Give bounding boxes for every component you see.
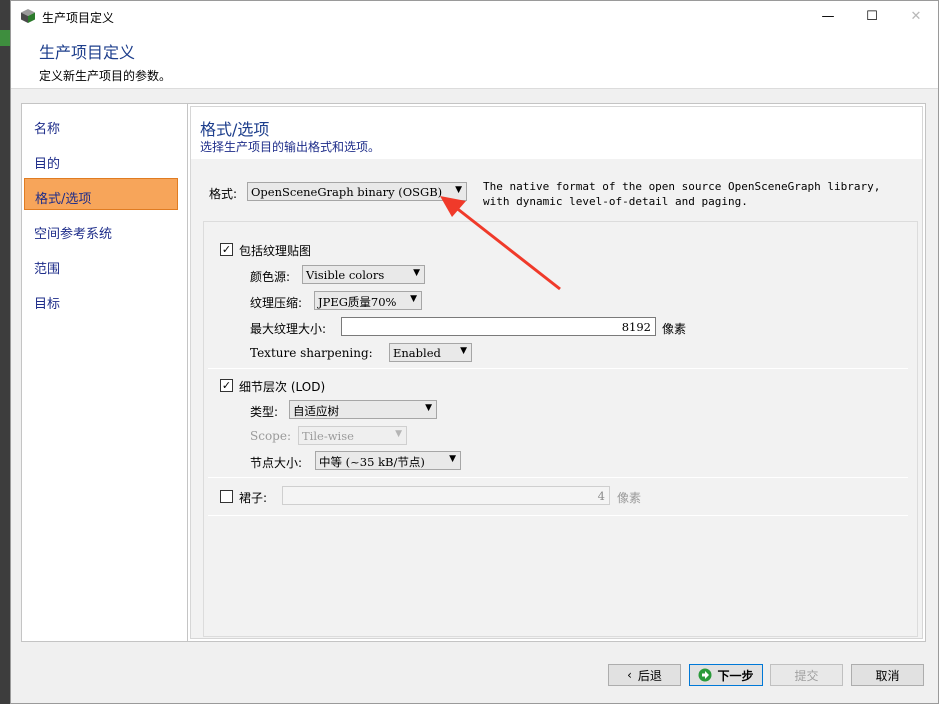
chevron-down-icon: ▼	[425, 403, 432, 413]
minimize-button[interactable]: —	[806, 1, 850, 31]
next-button-label: 下一步	[717, 668, 754, 683]
texture-checkbox-label: 包括纹理贴图	[239, 244, 312, 258]
lod-type-label: 类型:	[250, 405, 279, 419]
nav-item-purpose[interactable]: 目的	[24, 144, 178, 176]
window-title: 生产项目定义	[42, 11, 115, 25]
back-button-label: 后退	[637, 668, 662, 683]
format-options-page: 格式/选项 选择生产项目的输出格式和选项。 格式: OpenSceneGraph…	[190, 106, 923, 639]
dialog-window: 生产项目定义 — ☐ ✕ 生产项目定义 定义新生产项目的参数。 名称 目的 格式…	[10, 0, 939, 704]
wizard-subtitle: 定义新生产项目的参数。	[39, 69, 172, 83]
chevron-down-icon: ▼	[449, 454, 456, 464]
wizard-header: 生产项目定义 定义新生产项目的参数。	[11, 31, 938, 89]
skirt-input[interactable]: 4	[282, 486, 610, 505]
texture-sharpening-value: Enabled	[393, 346, 441, 360]
format-label: 格式:	[209, 187, 238, 201]
title-bar: 生产项目定义 — ☐ ✕	[11, 1, 938, 31]
close-button[interactable]: ✕	[894, 1, 938, 31]
lod-checkbox[interactable]: ✓	[220, 379, 233, 392]
content-panel: 格式/选项 选择生产项目的输出格式和选项。 格式: OpenSceneGraph…	[187, 103, 926, 642]
texture-compression-value: JPEG质量70%	[318, 295, 397, 309]
checkmark-icon: ✓	[221, 379, 232, 392]
skirt-checkbox[interactable]	[220, 490, 233, 503]
section-subtitle: 选择生产项目的输出格式和选项。	[200, 140, 381, 154]
background-window-fragment	[0, 30, 10, 46]
chevron-left-icon: ‹	[627, 668, 632, 682]
chevron-down-icon: ▼	[460, 346, 467, 356]
back-button[interactable]: ‹ 后退	[608, 664, 681, 686]
divider	[208, 515, 908, 516]
next-button[interactable]: 下一步	[689, 664, 763, 686]
max-texture-size-label: 最大纹理大小:	[250, 322, 327, 336]
max-texture-size-input[interactable]: 8192	[341, 317, 656, 336]
wizard-nav-panel: 名称 目的 格式/选项 空间参考系统 范围 目标	[21, 103, 191, 642]
texture-checkbox[interactable]: ✓	[220, 243, 233, 256]
lod-checkbox-label: 细节层次 (LOD)	[239, 380, 326, 394]
arrow-right-circle-icon	[698, 668, 712, 682]
skirt-checkbox-label: 裙子:	[239, 491, 268, 505]
nav-item-target[interactable]: 目标	[24, 284, 178, 316]
skirt-unit: 像素	[617, 491, 642, 505]
lod-type-select[interactable]: 自适应树 ▼	[289, 400, 437, 419]
checkmark-icon: ✓	[221, 243, 232, 256]
nav-item-name[interactable]: 名称	[24, 109, 178, 141]
chevron-down-icon: ▼	[413, 268, 420, 278]
nav-item-format-options[interactable]: 格式/选项	[24, 178, 178, 210]
color-source-label: 颜色源:	[250, 270, 291, 284]
scope-value: Tile-wise	[302, 429, 354, 443]
submit-button[interactable]: 提交	[770, 664, 843, 686]
texture-sharpening-select[interactable]: Enabled ▼	[389, 343, 472, 362]
color-source-value: Visible colors	[306, 268, 385, 282]
section-header: 格式/选项 选择生产项目的输出格式和选项。	[191, 107, 922, 159]
format-select-value: OpenSceneGraph binary (OSGB)	[251, 185, 443, 199]
chevron-down-icon: ▼	[395, 429, 402, 439]
lod-type-value: 自适应树	[293, 404, 339, 418]
format-description-line1: The native format of the open source Ope…	[483, 180, 881, 193]
texture-sharpening-label: Texture sharpening:	[250, 346, 373, 360]
divider	[208, 368, 908, 369]
texture-compression-label: 纹理压缩:	[250, 296, 303, 310]
node-size-value: 中等 (~35 kB/节点)	[319, 455, 425, 469]
nav-item-spatial-reference[interactable]: 空间参考系统	[24, 214, 178, 246]
color-source-select[interactable]: Visible colors ▼	[302, 265, 425, 284]
divider	[208, 477, 908, 478]
scope-select[interactable]: Tile-wise ▼	[298, 426, 407, 445]
node-size-label: 节点大小:	[250, 456, 303, 470]
texture-compression-select[interactable]: JPEG质量70% ▼	[314, 291, 422, 310]
app-cube-icon	[21, 9, 35, 23]
chevron-down-icon: ▼	[410, 294, 417, 304]
cancel-button[interactable]: 取消	[851, 664, 924, 686]
annotation-arrow	[440, 196, 561, 291]
nav-item-extent[interactable]: 范围	[24, 249, 178, 281]
node-size-select[interactable]: 中等 (~35 kB/节点) ▼	[315, 451, 461, 470]
format-select[interactable]: OpenSceneGraph binary (OSGB) ▼	[247, 182, 467, 201]
section-title: 格式/选项	[200, 120, 270, 139]
maximize-button[interactable]: ☐	[850, 1, 894, 31]
wizard-title: 生产项目定义	[39, 43, 136, 62]
max-texture-size-unit: 像素	[662, 322, 687, 336]
background-window-edge	[0, 0, 10, 704]
scope-label: Scope:	[250, 429, 291, 443]
